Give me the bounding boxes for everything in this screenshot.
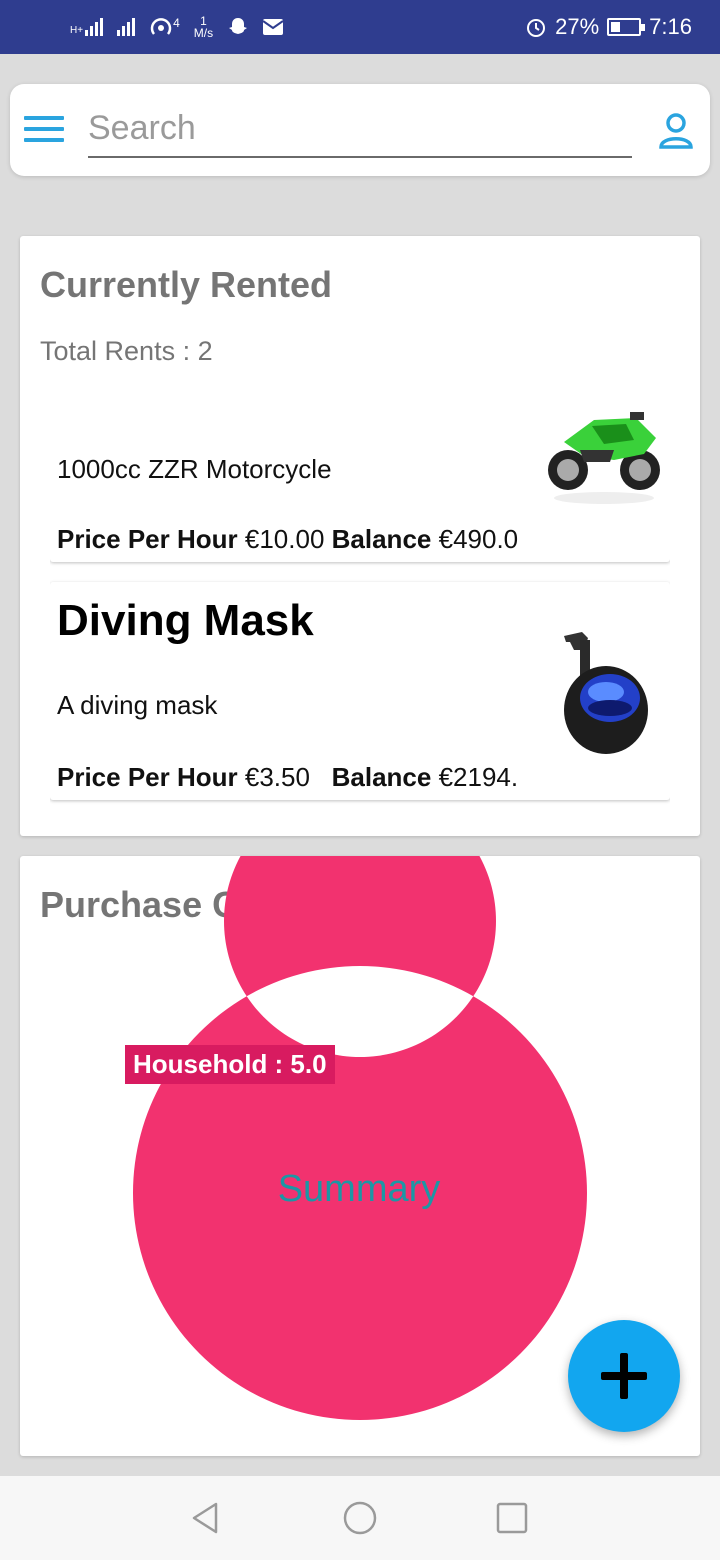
currently-rented-title: Currently Rented xyxy=(40,264,333,305)
price-per-hour-label: Price Per Hour xyxy=(57,762,238,792)
net-speed: 1 M/s xyxy=(194,15,213,39)
rent-item-price-row: Price Per Hour €3.50 Balance €2194. xyxy=(57,762,518,793)
rent-item-title: Diving Mask xyxy=(57,596,314,645)
status-right: 27% 7:16 xyxy=(525,14,692,40)
balance-value: €2194. xyxy=(438,762,519,792)
rent-item[interactable]: Diving Mask A diving mask Price Per Hour… xyxy=(50,582,670,800)
status-bar: H+ 4 1 M/s 27% 7:16 xyxy=(0,0,720,54)
status-left: H+ 4 1 M/s xyxy=(70,15,284,39)
balance-value: €490.0 xyxy=(438,524,519,554)
snapchat-icon xyxy=(229,18,248,34)
balance-label: Balance xyxy=(331,524,432,554)
signal-icon: H+ xyxy=(70,18,104,36)
battery-icon xyxy=(607,18,646,36)
rent-item[interactable]: 1000cc ZZR Motorcycle Price Per Hour €10… xyxy=(50,410,670,562)
price-per-hour-value: €10.00 xyxy=(244,524,325,554)
diving-mask-image xyxy=(564,632,648,754)
balance-label: Balance xyxy=(331,762,432,792)
navigation-bar xyxy=(0,1476,720,1560)
clock: 7:16 xyxy=(649,14,692,39)
rent-list[interactable]: 1000cc ZZR Motorcycle Price Per Hour €10… xyxy=(50,410,670,830)
network-type-label: H+ xyxy=(70,25,84,36)
rent-item-price-row: Price Per Hour €10.00 Balance €490.0 xyxy=(57,524,518,555)
back-triangle-icon[interactable] xyxy=(188,1500,224,1536)
slice-label: Household : 5.0 xyxy=(125,1045,335,1084)
rent-item-description: A diving mask xyxy=(57,690,218,720)
speed-unit: M/s xyxy=(193,26,214,40)
recents-square-icon[interactable] xyxy=(494,1500,530,1536)
battery-percent: 27% xyxy=(555,14,600,39)
add-button[interactable] xyxy=(568,1320,680,1432)
menu-icon[interactable] xyxy=(24,116,64,142)
donut-center-label: Summary xyxy=(277,1168,441,1210)
search-bar xyxy=(10,84,710,176)
motorcycle-image xyxy=(548,412,660,504)
alarm-icon xyxy=(527,19,546,37)
data-sub-label: 4 xyxy=(173,16,180,30)
mail-icon xyxy=(263,19,284,35)
signal-2-icon xyxy=(117,18,136,36)
currently-rented-card: Currently Rented Total Rents : 2 1000cc … xyxy=(20,236,700,836)
rent-item-description: 1000cc ZZR Motorcycle xyxy=(57,454,332,484)
price-per-hour-label: Price Per Hour xyxy=(57,524,238,554)
donut-slice-household[interactable] xyxy=(133,856,587,1420)
search-input[interactable] xyxy=(88,106,632,158)
hotspot-icon: 4 xyxy=(149,16,180,38)
total-rents: Total Rents : 2 xyxy=(40,336,213,366)
profile-icon[interactable] xyxy=(658,112,694,150)
price-per-hour-value: €3.50 xyxy=(244,762,310,792)
home-circle-icon[interactable] xyxy=(342,1500,378,1536)
